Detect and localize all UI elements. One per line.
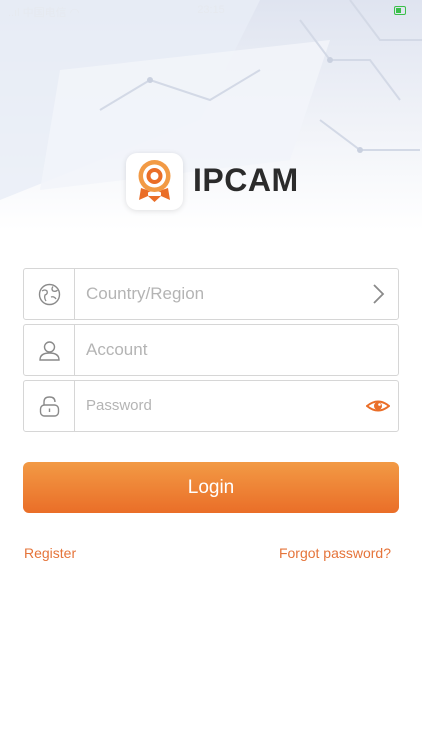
user-icon <box>39 341 60 361</box>
status-time: 23:15 <box>197 4 225 16</box>
account-field[interactable]: Account <box>23 324 399 376</box>
password-input[interactable]: Password <box>86 381 152 431</box>
chevron-right-icon[interactable] <box>366 282 390 306</box>
country-region-placeholder: Country/Region <box>86 284 205 303</box>
account-input[interactable]: Account <box>86 325 147 375</box>
login-form: Country/Region Account Password <box>23 268 399 436</box>
password-field[interactable]: Password <box>23 380 399 432</box>
register-link[interactable]: Register <box>24 545 76 561</box>
app-name: IPCAM <box>193 162 299 198</box>
status-bar: ..ıl 中国电信 ◠ 23:15 <box>0 0 422 22</box>
globe-icon <box>38 283 61 306</box>
eye-icon[interactable] <box>366 394 390 418</box>
brand-header: IPCAM <box>0 150 422 212</box>
forgot-password-link[interactable]: Forgot password? <box>279 545 391 561</box>
battery-icon <box>394 6 406 15</box>
lock-icon <box>39 396 60 417</box>
ipcam-logo-icon <box>126 153 183 210</box>
country-region-field[interactable]: Country/Region <box>23 268 399 320</box>
login-button[interactable]: Login <box>23 462 399 513</box>
